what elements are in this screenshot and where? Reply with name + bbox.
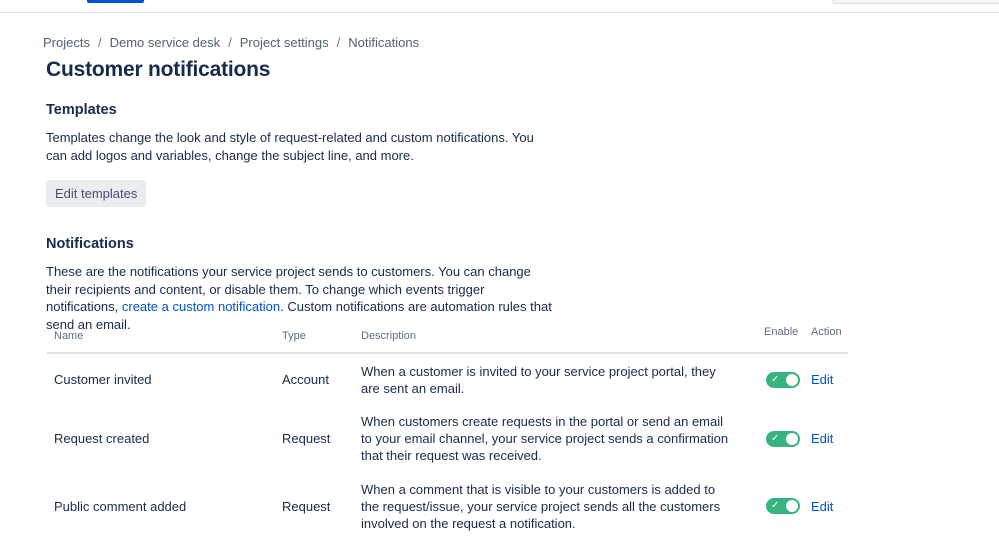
breadcrumb: Projects / Demo service desk / Project s…	[43, 35, 419, 50]
notification-description: When a comment that is visible to your c…	[361, 481, 721, 531]
breadcrumb-projects[interactable]: Projects	[43, 35, 90, 50]
action-cell: Edit	[804, 353, 848, 405]
edit-link[interactable]: Edit	[811, 431, 833, 446]
check-icon: ✓	[771, 432, 780, 444]
check-icon: ✓	[771, 500, 780, 512]
top-navigation-bar	[0, 0, 999, 13]
column-header-description: Description	[354, 320, 757, 354]
breadcrumb-separator: /	[228, 35, 232, 50]
enable-cell: ✓	[757, 472, 804, 540]
notification-name: Customer invited	[54, 372, 152, 387]
action-cell: Edit	[804, 405, 848, 472]
column-header-name: Name	[47, 320, 275, 354]
notification-description: When customers create requests in the po…	[361, 414, 729, 463]
notification-description: When a customer is invited to your servi…	[361, 363, 716, 396]
enable-toggle[interactable]: ✓	[766, 430, 800, 447]
breadcrumb-demo-service-desk[interactable]: Demo service desk	[110, 35, 221, 50]
enable-toggle[interactable]: ✓	[766, 371, 800, 388]
edit-templates-button[interactable]: Edit templates	[46, 180, 147, 207]
column-header-enable: Enable	[757, 320, 804, 354]
page-title: Customer notifications	[46, 58, 271, 81]
notification-type: Account	[282, 372, 329, 387]
enable-cell: ✓	[757, 353, 804, 405]
breadcrumb-separator: /	[97, 35, 102, 50]
column-header-action: Action	[804, 320, 848, 354]
table-header-row: Name Type Description Enable Action	[47, 320, 848, 354]
breadcrumb-separator: /	[336, 35, 341, 50]
notification-name: Public comment added	[54, 498, 187, 514]
templates-heading: Templates	[46, 102, 117, 118]
edit-link[interactable]: Edit	[811, 372, 833, 387]
action-cell: Edit	[804, 472, 848, 540]
check-icon: ✓	[771, 373, 780, 385]
enable-toggle[interactable]: ✓	[766, 498, 800, 515]
edit-link[interactable]: Edit	[811, 499, 833, 514]
templates-description: Templates change the look and style of r…	[46, 130, 534, 163]
active-nav-indicator	[87, 0, 144, 3]
notification-name: Request created	[54, 431, 150, 446]
toggle-knob	[786, 373, 798, 386]
notifications-heading: Notifications	[46, 236, 134, 252]
toggle-knob	[786, 432, 798, 445]
enable-cell: ✓	[757, 405, 804, 472]
table-row: Request created Request When customers c…	[47, 405, 848, 472]
breadcrumb-notifications[interactable]: Notifications	[348, 35, 419, 50]
notification-type: Request	[282, 498, 331, 514]
breadcrumb-project-settings[interactable]: Project settings	[240, 35, 329, 50]
create-custom-notification-link[interactable]: create a custom notification	[122, 299, 280, 314]
toggle-knob	[786, 500, 798, 513]
column-header-type: Type	[275, 320, 354, 354]
search-field[interactable]	[832, 0, 999, 4]
notification-type: Request	[282, 431, 331, 446]
notifications-table: Name Type Description Enable Action Cust…	[47, 320, 848, 540]
table-row: Public comment added Request When a comm…	[47, 472, 848, 540]
table-row: Customer invited Account When a customer…	[47, 353, 848, 405]
